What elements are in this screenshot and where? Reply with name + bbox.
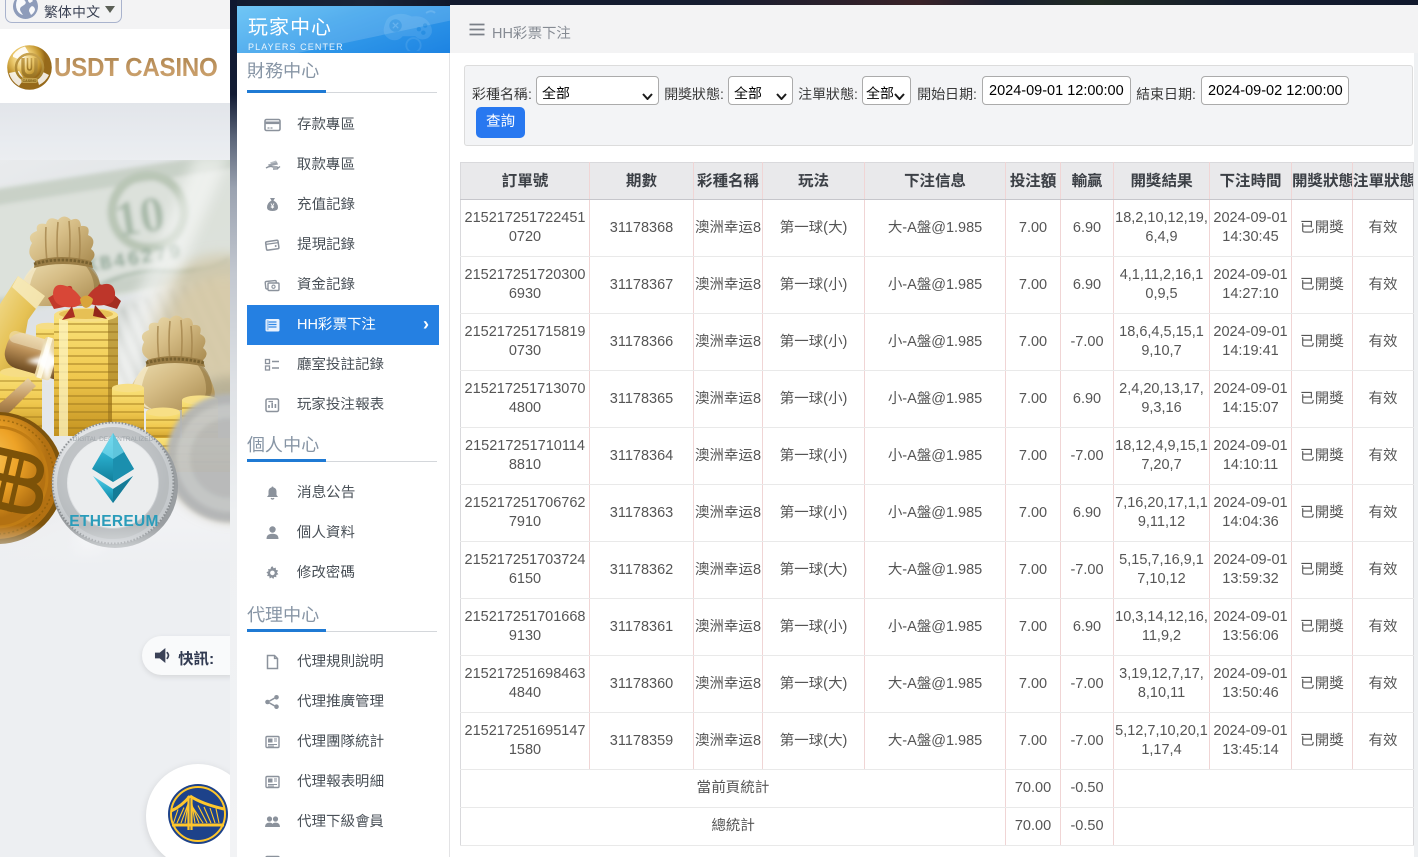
svg-text:¥: ¥: [271, 204, 275, 211]
svg-text:CASINO: CASINO: [23, 79, 37, 83]
svg-text:10: 10: [111, 185, 169, 248]
